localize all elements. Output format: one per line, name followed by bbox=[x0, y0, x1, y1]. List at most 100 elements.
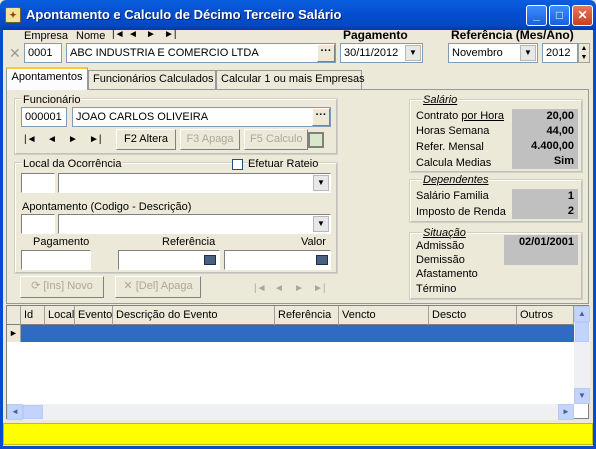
admissao-value: 02/01/2001 bbox=[504, 235, 578, 265]
grid-indicator-col bbox=[7, 306, 21, 325]
apaga-funcionario-button[interactable]: F3 Apaga bbox=[180, 129, 240, 150]
tab-apontamentos[interactable]: Apontamentos bbox=[6, 67, 88, 90]
tab-funcionarios-calculados[interactable]: Funcionários Calculados bbox=[88, 70, 216, 89]
refresh-icon: ⟳ bbox=[31, 280, 44, 292]
ano-spinner[interactable]: ▲ ▼ bbox=[578, 43, 590, 63]
scroll-down-icon[interactable]: ▼ bbox=[574, 388, 590, 404]
rateio-label: Efetuar Rateio bbox=[248, 158, 319, 170]
apontamento-dropdown-icon[interactable]: ▼ bbox=[313, 216, 329, 232]
col-descricao[interactable]: Descrição do Evento bbox=[113, 306, 275, 325]
empresa-first-icon[interactable]: |◄ bbox=[112, 29, 125, 40]
refer-mensal-value: 4.400,00 bbox=[512, 139, 578, 154]
delete-icon: ✕ bbox=[123, 280, 136, 292]
apaga-label: [Del] Apaga bbox=[135, 280, 193, 292]
lancamento-last-icon[interactable]: ►| bbox=[313, 283, 326, 294]
funcionario-last-icon[interactable]: ►| bbox=[89, 134, 102, 145]
close-button[interactable]: ✕ bbox=[572, 5, 593, 26]
vertical-scrollbar[interactable]: ▲ ▼ bbox=[574, 306, 590, 404]
contrato-value: 20,00 bbox=[512, 109, 578, 124]
funcionario-lookup-button[interactable]: ··· bbox=[312, 108, 330, 126]
empresa-last-icon[interactable]: ►| bbox=[164, 29, 177, 40]
scroll-up-icon[interactable]: ▲ bbox=[574, 306, 590, 322]
calculo-status-box bbox=[308, 132, 324, 148]
valor-pagamento-field[interactable] bbox=[21, 250, 91, 270]
lancamento-next-icon[interactable]: ► bbox=[294, 283, 304, 294]
maximize-button[interactable]: □ bbox=[549, 5, 570, 26]
col-local[interactable]: Local bbox=[45, 306, 75, 325]
funcionario-next-icon[interactable]: ► bbox=[68, 134, 78, 145]
funcionario-prev-icon[interactable]: ◄ bbox=[47, 134, 57, 145]
calcula-medias-value: Sim bbox=[512, 154, 578, 169]
dependentes-title: Dependentes bbox=[422, 174, 490, 186]
col-descto[interactable]: Descto bbox=[429, 306, 517, 325]
empresa-code-field[interactable]: 0001 bbox=[24, 43, 62, 63]
valor-pagamento-label: Pagamento bbox=[33, 236, 90, 248]
lancamento-first-icon[interactable]: |◄ bbox=[254, 283, 267, 294]
apaga-lancamento-button[interactable]: ✕ [Del] Apaga bbox=[115, 276, 201, 298]
referencia-mes-dropdown-icon[interactable]: ▼ bbox=[520, 45, 536, 61]
referencia-ano-field[interactable]: 2012 bbox=[542, 43, 578, 63]
salario-familia-label: Salário Familia bbox=[416, 190, 489, 202]
empresa-next-icon[interactable]: ► bbox=[146, 29, 156, 40]
valor-label: Valor bbox=[301, 236, 326, 248]
funcionario-code-field[interactable]: 000001 bbox=[21, 107, 67, 127]
spin-down-icon[interactable]: ▼ bbox=[579, 53, 589, 62]
grid-header: Id Local Evento Descrição do Evento Refe… bbox=[7, 306, 574, 325]
pagamento-label: Pagamento bbox=[343, 28, 408, 42]
calculator-icon-2[interactable] bbox=[316, 255, 328, 265]
funcionario-first-icon[interactable]: |◄ bbox=[24, 134, 37, 145]
tab-calcular-empresas[interactable]: Calcular 1 ou mais Empresas bbox=[216, 70, 365, 89]
row-marker-icon: ► bbox=[7, 325, 21, 342]
salario-title: Salário bbox=[422, 94, 459, 106]
horizontal-scrollbar[interactable]: ◄ ► bbox=[7, 404, 574, 420]
window-title: Apontamento e Calculo de Décimo Terceiro… bbox=[26, 7, 342, 22]
minimize-button[interactable]: _ bbox=[526, 5, 547, 26]
spin-up-icon[interactable]: ▲ bbox=[579, 44, 589, 53]
col-evento[interactable]: Evento bbox=[75, 306, 113, 325]
altera-button[interactable]: F2 Altera bbox=[116, 129, 176, 150]
demissao-label: Demissão bbox=[416, 254, 465, 266]
afastamento-label: Afastamento bbox=[416, 268, 478, 280]
scroll-right-icon[interactable]: ► bbox=[558, 404, 574, 420]
status-bar bbox=[3, 423, 593, 445]
local-select[interactable] bbox=[58, 173, 331, 193]
scroll-left-icon[interactable]: ◄ bbox=[7, 404, 23, 420]
rateio-checkbox[interactable] bbox=[232, 159, 243, 170]
situacao-title: Situação bbox=[422, 227, 467, 239]
clear-empresa-icon[interactable]: ✕ bbox=[9, 45, 21, 62]
empresa-name-field[interactable]: ABC INDUSTRIA E COMERCIO LTDA bbox=[66, 43, 336, 63]
local-code-field[interactable] bbox=[21, 173, 55, 193]
col-outros[interactable]: Outros bbox=[517, 306, 574, 325]
salario-familia-value: 1 bbox=[512, 189, 578, 204]
calcula-medias-label: Calcula Medias bbox=[416, 157, 492, 169]
events-grid[interactable]: Id Local Evento Descrição do Evento Refe… bbox=[6, 305, 590, 420]
referencia-label: Referência (Mes/Ano) bbox=[451, 28, 574, 42]
empresa-label: Empresa bbox=[24, 30, 69, 42]
refer-mensal-label: Refer. Mensal bbox=[416, 141, 484, 153]
window-frame-left bbox=[0, 30, 3, 449]
vertical-scroll-thumb[interactable] bbox=[575, 322, 589, 342]
calculator-icon[interactable] bbox=[204, 255, 216, 265]
col-referencia[interactable]: Referência bbox=[275, 306, 339, 325]
calculo-button[interactable]: F5 Calculo bbox=[244, 129, 308, 150]
lancamento-prev-icon[interactable]: ◄ bbox=[274, 283, 284, 294]
novo-button[interactable]: ⟳ [Ins] Novo bbox=[20, 276, 104, 298]
novo-label: [Ins] Novo bbox=[43, 280, 93, 292]
empresa-lookup-button[interactable]: ··· bbox=[317, 44, 335, 62]
table-row[interactable] bbox=[21, 325, 574, 342]
valor-referencia-label: Referência bbox=[162, 236, 216, 248]
col-vencto[interactable]: Vencto bbox=[339, 306, 429, 325]
apontamento-code-field[interactable] bbox=[21, 214, 55, 234]
funcionario-name-field[interactable]: JOAO CARLOS OLIVEIRA bbox=[72, 107, 331, 127]
col-id[interactable]: Id bbox=[21, 306, 45, 325]
pagamento-dropdown-icon[interactable]: ▼ bbox=[405, 45, 421, 61]
termino-label: Término bbox=[416, 283, 457, 295]
nome-label: Nome bbox=[76, 30, 106, 42]
local-dropdown-icon[interactable]: ▼ bbox=[313, 175, 329, 191]
valor-field[interactable] bbox=[224, 250, 331, 270]
empresa-prev-icon[interactable]: ◄ bbox=[128, 29, 138, 40]
contrato-label: Contrato por Hora bbox=[416, 110, 505, 122]
horizontal-scroll-thumb[interactable] bbox=[23, 405, 43, 419]
local-ocorrencia-label: Local da Ocorrência bbox=[22, 158, 123, 170]
apontamento-select[interactable] bbox=[58, 214, 331, 234]
